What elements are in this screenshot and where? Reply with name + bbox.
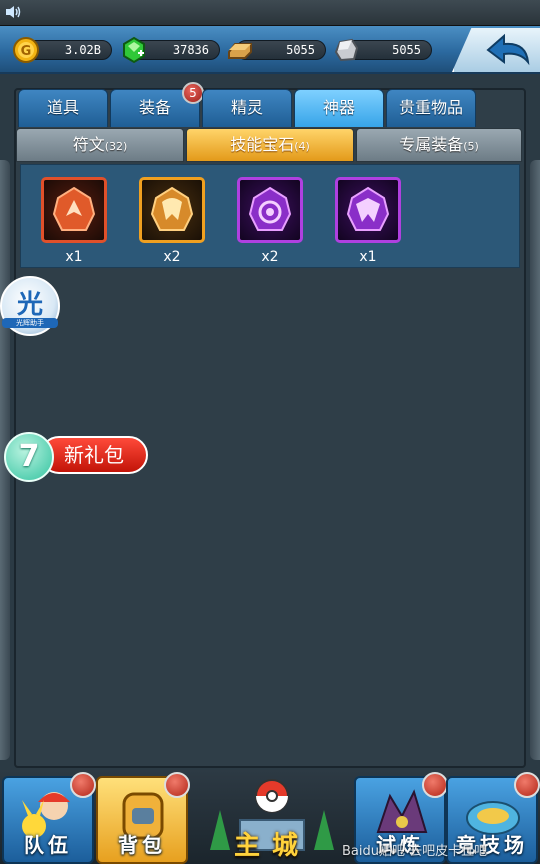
gold-resource: 3.02B G bbox=[12, 36, 112, 63]
equipment-badge: 5 bbox=[182, 82, 204, 104]
item-frame bbox=[139, 177, 205, 243]
item-slot[interactable]: x2 bbox=[235, 177, 305, 267]
notification-dot bbox=[70, 772, 96, 798]
item-slot[interactable]: x2 bbox=[137, 177, 207, 267]
gift-label: 新礼包 bbox=[40, 436, 148, 474]
item-slot[interactable]: x1 bbox=[39, 177, 109, 267]
green-gem-icon bbox=[123, 36, 145, 64]
tab-valuables[interactable]: 贵重物品 bbox=[386, 89, 476, 127]
seven-day-icon: 7 bbox=[4, 432, 54, 482]
notification-dot bbox=[164, 772, 190, 798]
item-quantity: x2 bbox=[261, 249, 279, 265]
nav-team[interactable]: 队伍 bbox=[2, 772, 96, 864]
speaker-icon[interactable] bbox=[4, 4, 22, 20]
orange-rune-gem-icon bbox=[150, 186, 194, 231]
stone-ore-icon bbox=[334, 38, 359, 62]
tab-label: 装备 bbox=[138, 98, 171, 117]
subtab-runes[interactable]: 符文(32) bbox=[16, 128, 184, 162]
subtab-count: (5) bbox=[463, 140, 479, 153]
guang-char: 光 bbox=[16, 290, 43, 320]
item-frame bbox=[335, 177, 401, 243]
status-strip bbox=[0, 0, 540, 26]
subtab-exclusive-gear[interactable]: 专属装备(5) bbox=[356, 128, 522, 162]
item-quantity: x2 bbox=[163, 249, 181, 265]
item-grid: x1 x2 x2 x1 bbox=[20, 164, 520, 268]
resource-bar: 3.02B G 37836 5055 5055 bbox=[0, 26, 540, 74]
svg-text:G: G bbox=[21, 44, 32, 59]
item-frame bbox=[237, 177, 303, 243]
notification-dot bbox=[514, 772, 540, 798]
guang-helper-button[interactable]: 光 光辉助手 bbox=[0, 276, 60, 336]
subtab-label: 专属装备 bbox=[399, 135, 464, 154]
tab-spirits[interactable]: 精灵 bbox=[202, 89, 292, 127]
subtab-count: (32) bbox=[104, 140, 128, 153]
stone-resource: 5055 bbox=[332, 36, 432, 62]
subtab-skill-gems[interactable]: 技能宝石(4) bbox=[186, 128, 354, 162]
red-rune-gem-icon bbox=[52, 186, 96, 231]
nav-main-city[interactable]: 主城 bbox=[196, 770, 348, 864]
bronze-resource: 5055 bbox=[226, 36, 326, 62]
bronze-ingot-icon bbox=[228, 43, 252, 59]
subtab-label: 符文 bbox=[72, 135, 105, 154]
watermark: Baidu贴吧 去吧皮卡丘吧 bbox=[342, 844, 488, 859]
nav-backpack[interactable]: 背包 bbox=[96, 772, 190, 864]
back-button[interactable] bbox=[452, 28, 540, 72]
purple-swirl-gem-icon bbox=[248, 186, 292, 231]
subtab-label: 技能宝石 bbox=[230, 135, 295, 154]
item-frame bbox=[41, 177, 107, 243]
item-quantity: x1 bbox=[65, 249, 83, 265]
subtab-count: (4) bbox=[294, 140, 310, 153]
nav-label: 背包 bbox=[118, 833, 166, 857]
nav-label: 队伍 bbox=[24, 833, 72, 857]
tab-items[interactable]: 道具 bbox=[18, 89, 108, 127]
guang-sub-label: 光辉助手 bbox=[2, 318, 58, 328]
notification-dot bbox=[422, 772, 448, 798]
gold-coin-icon: G bbox=[13, 37, 39, 63]
right-side-rail bbox=[530, 160, 540, 760]
item-quantity: x1 bbox=[359, 249, 377, 265]
back-arrow-icon bbox=[486, 33, 530, 66]
gem-resource: 37836 bbox=[120, 36, 220, 64]
item-slot[interactable]: x1 bbox=[333, 177, 403, 267]
purple-claw-gem-icon bbox=[346, 186, 390, 231]
nav-label: 主城 bbox=[233, 831, 310, 861]
tab-artifacts[interactable]: 神器 bbox=[294, 89, 384, 127]
